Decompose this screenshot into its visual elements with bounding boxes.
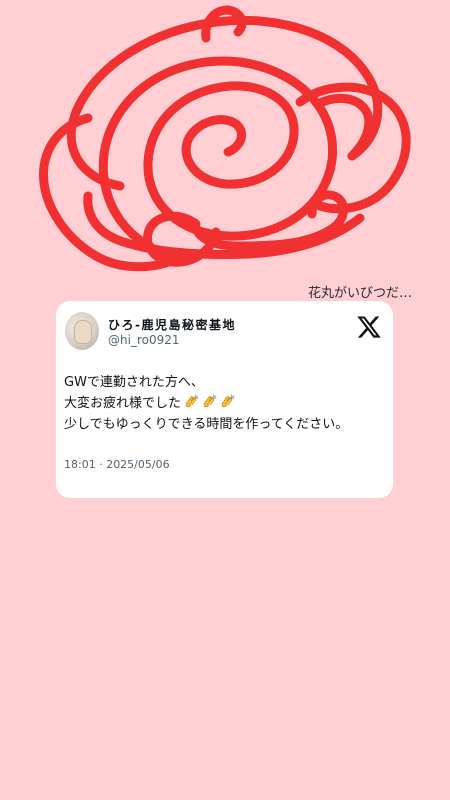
user-handle[interactable]: @hi_ro0921 — [108, 333, 180, 347]
clapping-hands-icon — [221, 394, 235, 408]
tweet-line-2-text: 大変お疲れ様でした — [64, 396, 182, 411]
tweet-line-1: GWで連勤された方へ、 — [64, 375, 204, 390]
display-name[interactable]: ひろ-鹿児島秘密基地 — [108, 316, 236, 333]
tweet-timestamp[interactable]: 18:01 · 2025/05/06 — [64, 458, 170, 471]
tweet-card[interactable]: ひろ-鹿児島秘密基地 @hi_ro0921 GWで連勤された方へ、 大変お疲れ様… — [56, 301, 393, 498]
clapping-hands-icon — [185, 394, 199, 408]
hanamaru-drawing — [39, 5, 411, 272]
avatar[interactable] — [65, 312, 99, 350]
tweet-line-2: 大変お疲れ様でした — [64, 393, 348, 414]
tweet-line-3: 少しでもゆっくりできる時間を作ってください。 — [64, 417, 349, 432]
x-logo-icon[interactable] — [356, 314, 382, 340]
caption-text: 花丸がいびつだ… — [308, 286, 413, 301]
tweet-body: GWで連勤された方へ、 大変お疲れ様でした 少しでもゆっくりできる時間を作ってく… — [64, 372, 348, 435]
avatar-hand-icon — [74, 320, 92, 344]
clapping-hands-icon — [203, 394, 217, 408]
